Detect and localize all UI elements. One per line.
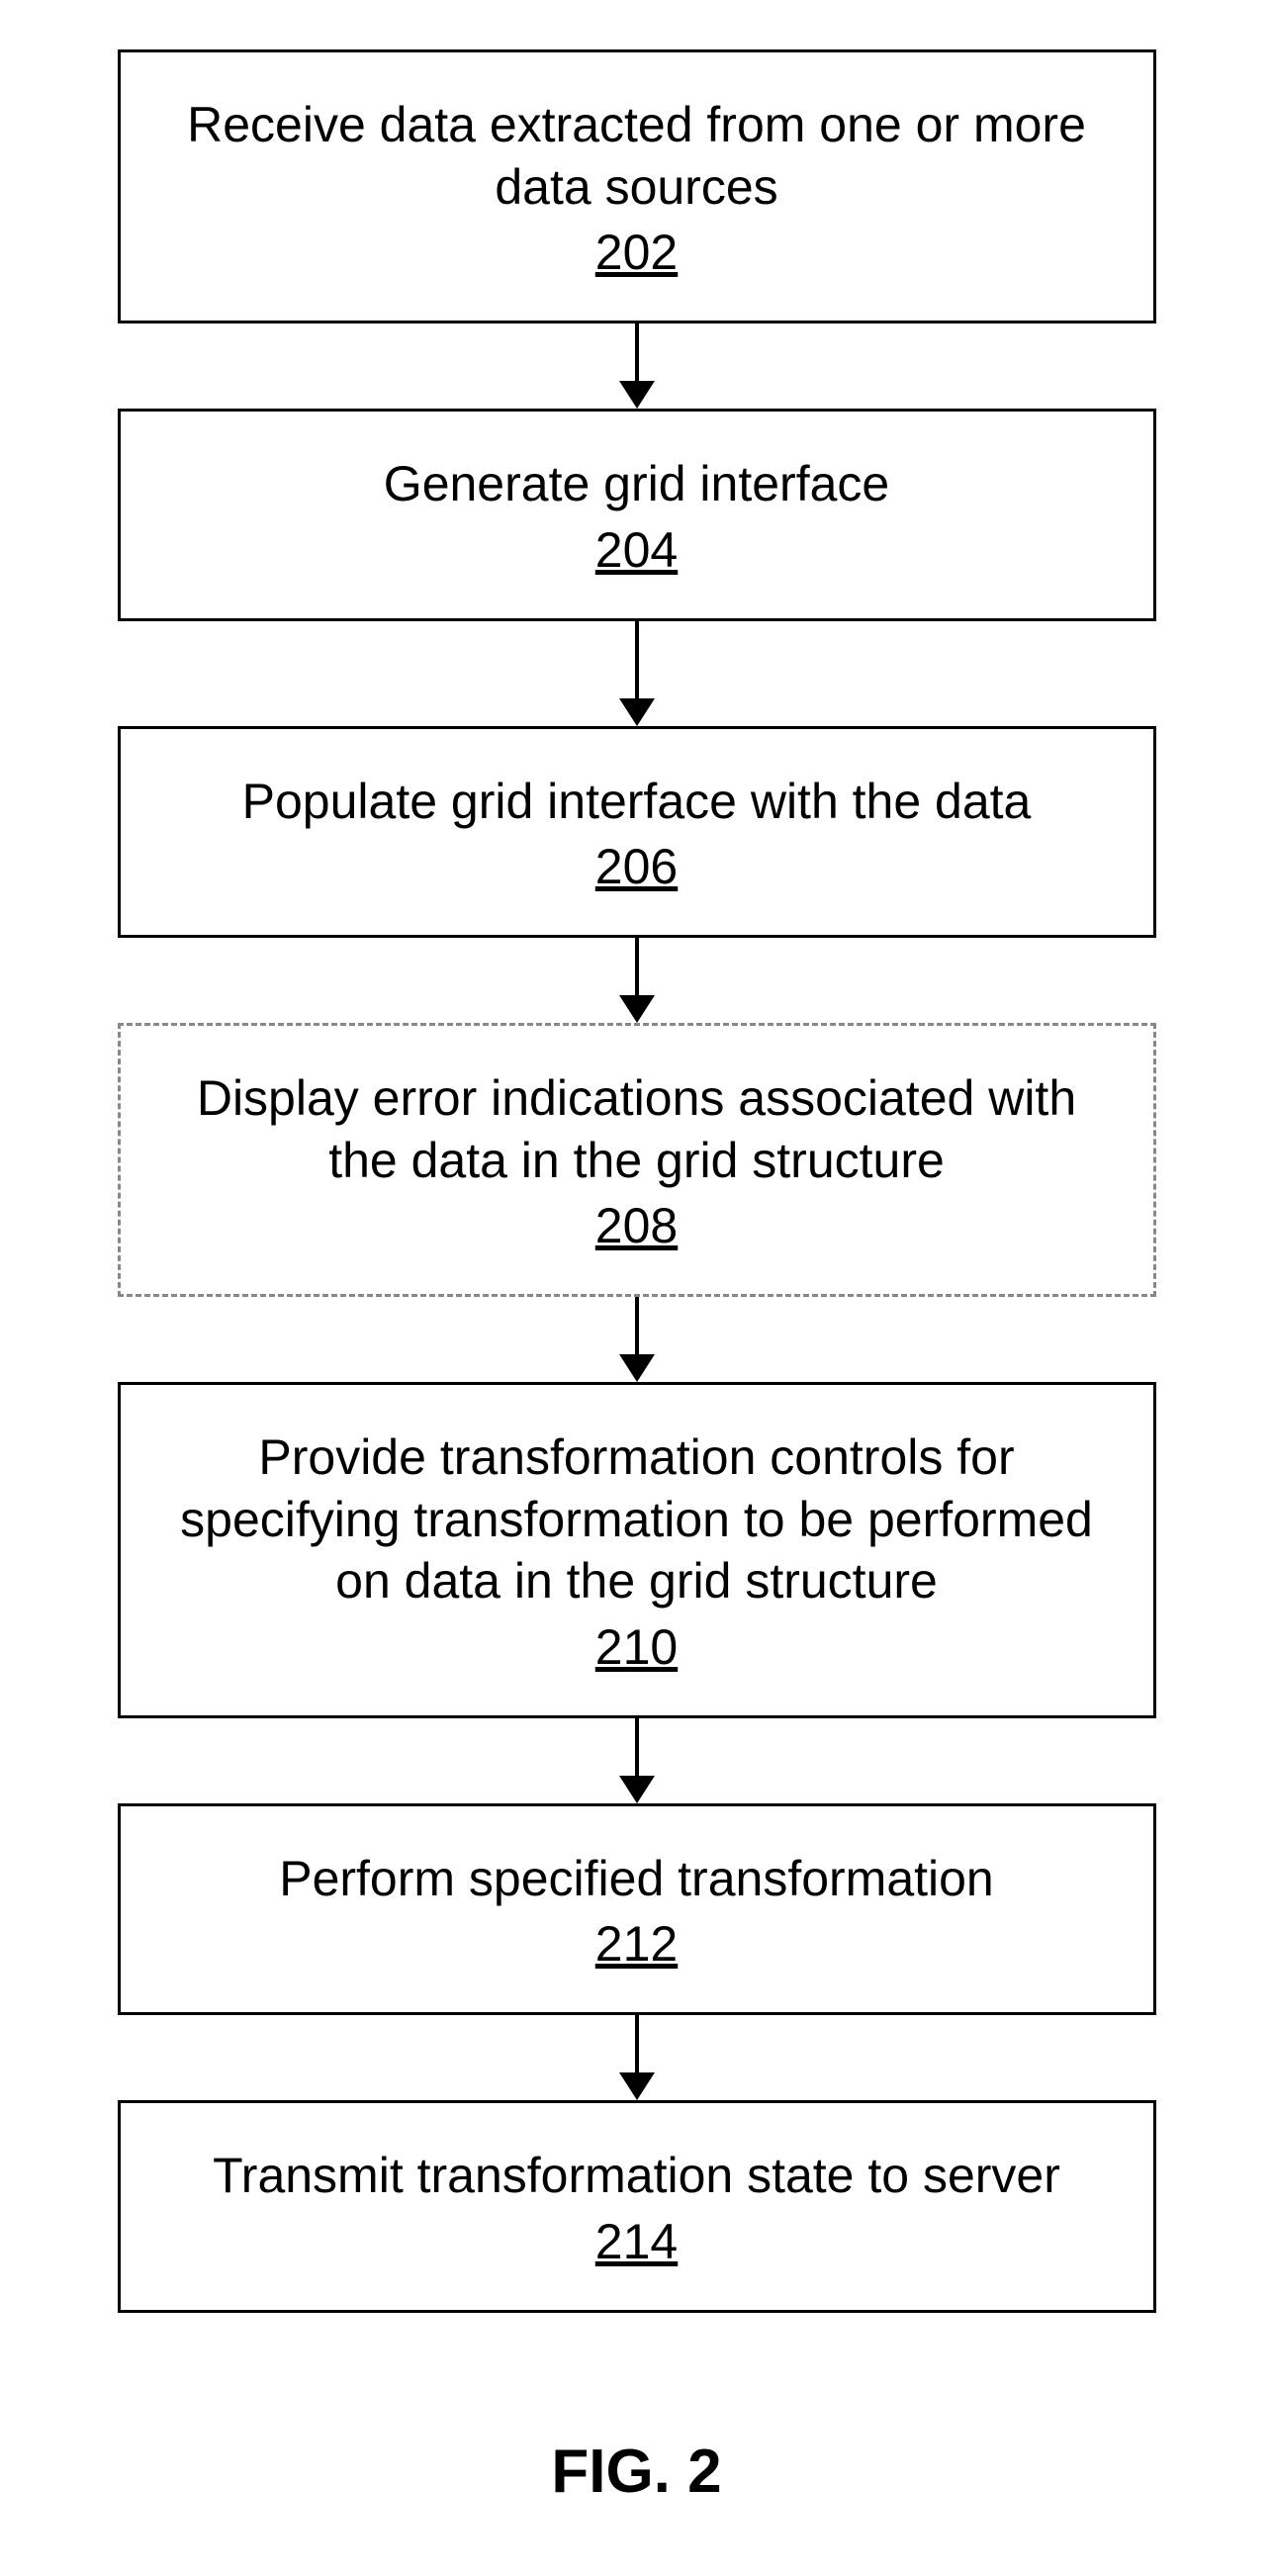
- flow-step-ref: 212: [160, 1915, 1114, 1973]
- flow-step-label: Provide transformation controls for spec…: [160, 1426, 1114, 1612]
- flow-step-label: Transmit transformation state to server: [160, 2145, 1114, 2207]
- flow-step-ref: 204: [160, 521, 1114, 579]
- flowchart: Receive data extracted from one or more …: [113, 49, 1161, 2313]
- flow-step-label: Display error indications associated wit…: [160, 1067, 1114, 1191]
- arrow-down-icon: [619, 1718, 655, 1803]
- arrow-down-icon: [619, 1297, 655, 1382]
- flow-step-ref: 202: [160, 224, 1114, 281]
- flow-step-label: Generate grid interface: [160, 453, 1114, 515]
- flow-step-label: Perform specified transformation: [160, 1848, 1114, 1910]
- flow-step-ref: 214: [160, 2213, 1114, 2270]
- flow-step-202: Receive data extracted from one or more …: [118, 49, 1156, 323]
- flow-step-210: Provide transformation controls for spec…: [118, 1382, 1156, 1718]
- flow-step-ref: 206: [160, 838, 1114, 895]
- flow-step-label: Populate grid interface with the data: [160, 771, 1114, 833]
- flow-step-212: Perform specified transformation212: [118, 1803, 1156, 2016]
- arrow-down-icon: [619, 323, 655, 409]
- arrow-down-icon: [619, 938, 655, 1023]
- arrow-down-icon: [619, 2015, 655, 2100]
- flow-step-214: Transmit transformation state to server 2…: [118, 2100, 1156, 2313]
- flow-step-206: Populate grid interface with the data206: [118, 726, 1156, 939]
- flow-step-ref: 208: [160, 1197, 1114, 1254]
- arrow-down-icon: [619, 621, 655, 726]
- flow-step-204: Generate grid interface 204: [118, 409, 1156, 621]
- flow-step-208: Display error indications associated wit…: [118, 1023, 1156, 1297]
- figure-caption: FIG. 2: [0, 2437, 1273, 2507]
- flow-step-label: Receive data extracted from one or more …: [160, 94, 1114, 218]
- flow-step-ref: 210: [160, 1618, 1114, 1676]
